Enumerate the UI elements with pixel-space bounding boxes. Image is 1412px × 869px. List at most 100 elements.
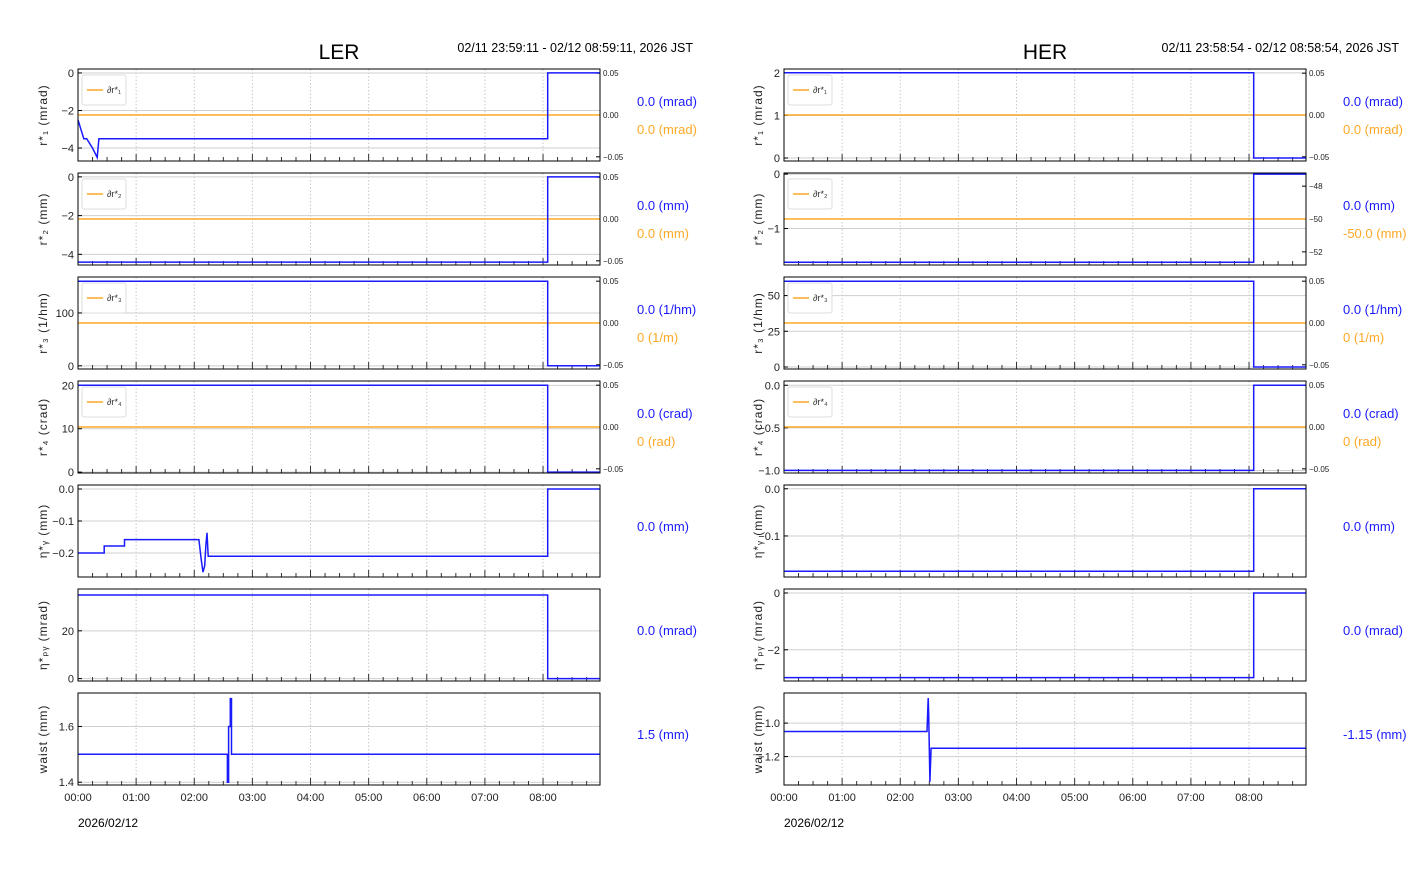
x-tick-label: 07:00 — [1177, 792, 1205, 804]
current-delta-value: 0.0 (mrad) — [1343, 122, 1403, 137]
y-tick-label: −1.0 — [758, 465, 780, 477]
twin-y-tick-label: −0.05 — [603, 361, 624, 370]
twin-y-tick-label: 0.00 — [1309, 319, 1325, 328]
current-value: -1.15 (mm) — [1343, 727, 1407, 742]
twin-y-tick-label: −0.05 — [1309, 153, 1330, 162]
y-tick-label: 0 — [68, 467, 74, 479]
legend-label: ∂r*₄ — [107, 397, 122, 407]
legend: ∂r*₄ — [787, 386, 833, 418]
y-tick-label: 0 — [774, 153, 780, 165]
chart-title: HER — [1023, 41, 1067, 64]
twin-y-tick-label: 0.05 — [603, 381, 619, 390]
current-delta-value: 0 (rad) — [1343, 434, 1381, 449]
y-tick-label: 25 — [768, 326, 780, 338]
axes-frame — [77, 692, 601, 786]
twin-y-tick-label: 0.00 — [1309, 423, 1325, 432]
legend: ∂r*₃ — [787, 282, 833, 314]
x-tick-label: 02:00 — [180, 792, 208, 804]
value-series-line — [784, 592, 1306, 679]
value-series-line — [784, 280, 1306, 368]
axes-frame — [77, 588, 601, 682]
current-value: 0.0 (mm) — [1343, 198, 1395, 213]
axes-frame — [783, 588, 1307, 682]
x-tick-label: 07:00 — [471, 792, 499, 804]
y-tick-label: 0.0 — [765, 484, 780, 496]
y-tick-label: 0 — [774, 588, 780, 600]
x-tick-label: 01:00 — [122, 792, 150, 804]
panel: 0.0 −0.1 −0.2η*ᵧ (mm) 0.0 (mm) — [36, 484, 689, 578]
legend: ∂r*₂ — [787, 178, 833, 210]
panel: −1.0−1.2waist (mm) -1.15 (mm) — [751, 692, 1407, 786]
twin-y-tick-label: −0.05 — [603, 153, 624, 162]
current-delta-value: 0 (1/m) — [1343, 330, 1384, 345]
twin-y-tick-label: 0.00 — [603, 111, 619, 120]
current-value: 0.0 (mm) — [1343, 519, 1395, 534]
y-tick-label: −2 — [767, 645, 780, 657]
y-tick-label: 1.4 — [59, 777, 74, 789]
panel: 20 0 η*ₚᵧ (mrad) 0.0 (mrad) — [36, 588, 697, 686]
panel: 50 25 0 0.05 0.00 −0.05 ∂r*₃ r*₃ (1/hm) 0.0 (1/h… — [751, 276, 1402, 374]
twin-y-tick-label: 0.05 — [1309, 381, 1325, 390]
y-tick-label: 0.0 — [765, 380, 780, 392]
twin-y-tick-label: 0.05 — [1309, 277, 1325, 286]
panel: 2 1 0 0.05 0.00 −0.05 ∂r*₁ r*₁ (mrad) 0.0 (mrad)… — [751, 68, 1403, 165]
y-tick-label: 0.0 — [59, 484, 74, 496]
legend: ∂r*₁ — [787, 74, 833, 106]
panel: 0 −2 −4 0.05 0.00 −0.05 ∂r*₂ r*₂ (mm) 0.0 (mm) 0.… — [36, 172, 689, 266]
legend-label: ∂r*₁ — [107, 85, 121, 95]
x-tick-label: 03:00 — [945, 792, 973, 804]
legend: ∂r*₁ — [81, 74, 127, 106]
current-value: 0.0 (mrad) — [1343, 94, 1403, 109]
twin-y-tick-label: 0.00 — [603, 319, 619, 328]
current-value: 0.0 (mrad) — [1343, 623, 1403, 638]
value-series-line — [78, 697, 600, 783]
y-axis-label: waist (mm) — [751, 705, 765, 775]
time-range: 02/11 23:59:11 - 02/12 08:59:11, 2026 JS… — [457, 41, 693, 55]
twin-y-tick-label: −0.05 — [603, 465, 624, 474]
twin-y-tick-label: 0.05 — [1309, 69, 1325, 78]
panel: 0 −1 −48 −50 −52 ∂r*₂ r*₂ (mm) 0.0 (mm) -50.0 (m… — [751, 169, 1407, 266]
twin-y-tick-label: 0.00 — [603, 215, 619, 224]
y-tick-label: 10 — [62, 424, 74, 436]
date-label: 2026/02/12 — [784, 816, 844, 830]
current-value: 0.0 (1/hm) — [1343, 302, 1402, 317]
twin-y-tick-label: −52 — [1309, 248, 1323, 257]
y-axis-label: r*₂ (mm) — [751, 193, 765, 246]
y-tick-label: 0 — [774, 169, 780, 181]
legend: ∂r*₂ — [81, 178, 127, 210]
twin-y-tick-label: −48 — [1309, 182, 1323, 191]
time-range: 02/11 23:58:54 - 02/12 08:58:54, 2026 JS… — [1162, 41, 1400, 55]
value-series-line — [78, 488, 600, 573]
x-tick-label: 06:00 — [1119, 792, 1147, 804]
twin-y-tick-label: 0.05 — [603, 173, 619, 182]
y-axis-label: η*ᵧ (mm) — [751, 504, 765, 559]
y-axis-label: η*ₚᵧ (mrad) — [751, 600, 765, 670]
y-tick-label: 50 — [768, 291, 780, 303]
y-tick-label: −0.1 — [52, 516, 74, 528]
y-axis-label: r*₄ (crad) — [751, 398, 765, 456]
axes-frame — [77, 484, 601, 578]
y-axis-label: r*₂ (mm) — [36, 193, 50, 246]
legend: ∂r*₃ — [81, 282, 127, 314]
current-delta-value: 0 (rad) — [637, 434, 675, 449]
x-tick-label: 02:00 — [886, 792, 914, 804]
x-tick-label: 06:00 — [413, 792, 441, 804]
y-axis-label: r*₄ (crad) — [36, 398, 50, 456]
date-label: 2026/02/12 — [78, 816, 138, 830]
x-tick-label: 05:00 — [1061, 792, 1089, 804]
y-tick-label: −1 — [767, 224, 780, 236]
legend-label: ∂r*₃ — [813, 293, 828, 303]
panel: 20 10 0 0.05 0.00 −0.05 ∂r*₄ r*₄ (crad) 0.0 (cra… — [36, 380, 693, 479]
twin-y-tick-label: −50 — [1309, 215, 1323, 224]
axes-frame — [783, 484, 1307, 578]
twin-y-tick-label: 0.05 — [603, 277, 619, 286]
twin-y-tick-label: −0.05 — [603, 257, 624, 266]
x-tick-label: 01:00 — [828, 792, 856, 804]
panel: 0 −2 −4 0.05 0.00 −0.05 ∂r*₁ r*₁ (mrad) 0.0 (mra… — [36, 68, 697, 162]
value-series-line — [784, 488, 1306, 573]
x-tick-label: 04:00 — [1003, 792, 1031, 804]
panel: 0.0−0.5−1.00.050.00−0.05∂r*₄r*₄ (crad) 0.… — [751, 380, 1399, 477]
y-tick-label: −2 — [61, 211, 74, 223]
twin-y-tick-label: 0.05 — [603, 69, 619, 78]
y-tick-label: 2 — [774, 68, 780, 80]
